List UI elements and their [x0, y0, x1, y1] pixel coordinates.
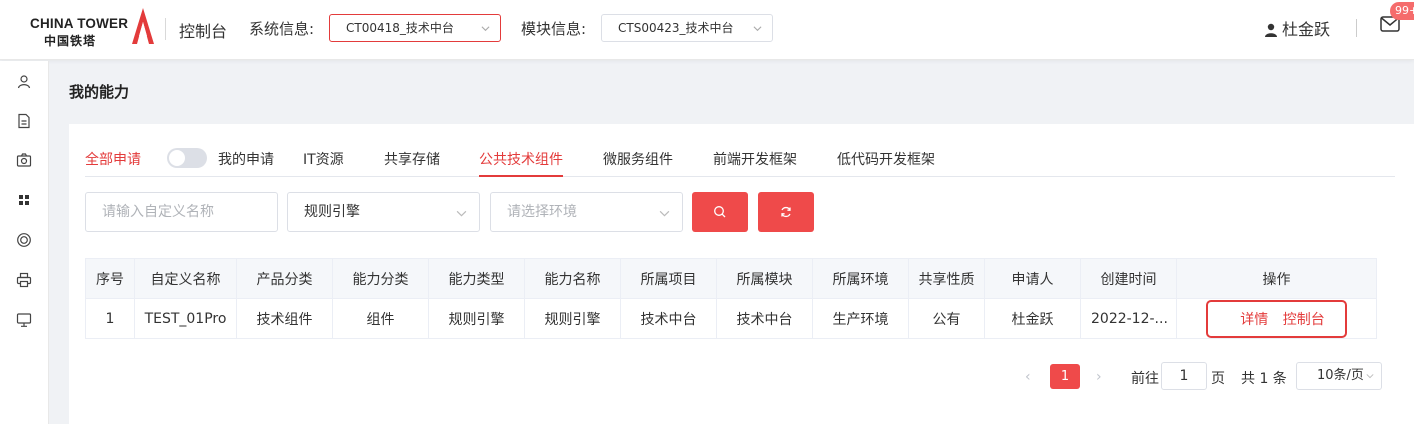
column-header: 所属项目 [620, 258, 717, 299]
table-row: 1 TEST_01Pro 技术组件 组件 规则引擎 规则引擎 技术中台 技术中台… [85, 298, 1377, 339]
sidebar [0, 61, 49, 424]
search-icon [714, 206, 726, 218]
page-size-select[interactable]: 10条/页 [1296, 362, 1382, 390]
content-panel: 全部申请 我的申请 IT资源 共享存储 公共技术组件 微服务组件 前端开发框架 … [69, 124, 1414, 424]
table-cell: 技术组件 [236, 298, 333, 339]
column-header: 申请人 [984, 258, 1081, 299]
table-header-row: 序号 自定义名称 产品分类 能力分类 能力类型 能力名称 所属项目 所属模块 所… [85, 258, 1377, 299]
goto-label: 前往 [1131, 371, 1159, 387]
column-header: 能力名称 [524, 258, 621, 299]
table-cell: 技术中台 [620, 298, 717, 339]
table-cell: 生产环境 [812, 298, 909, 339]
column-header: 所属环境 [812, 258, 909, 299]
target-icon[interactable] [16, 232, 32, 248]
search-button[interactable] [692, 192, 748, 232]
column-header: 能力分类 [332, 258, 429, 299]
china-tower-logo[interactable]: CHINA TOWER 中国铁塔 [28, 6, 160, 50]
console-title: 控制台 [179, 22, 228, 41]
tab-frontend-frameworks[interactable]: 前端开发框架 [713, 149, 797, 169]
page-title: 我的能力 [69, 83, 130, 101]
category-select[interactable]: 规则引擎 [287, 192, 480, 232]
custom-name-input[interactable]: 请输入自定义名称 [85, 192, 278, 232]
reset-button[interactable] [758, 192, 814, 232]
person-icon [1265, 23, 1277, 37]
tab-bar: 全部申请 我的申请 IT资源 共享存储 公共技术组件 微服务组件 前端开发框架 … [85, 124, 1395, 177]
current-page-button[interactable]: 1 [1050, 364, 1080, 389]
user-menu[interactable]: 杜金跃 [1264, 16, 1330, 40]
column-header: 产品分类 [236, 258, 333, 299]
tab-microservice-components[interactable]: 微服务组件 [603, 149, 673, 169]
actions-highlight-box: 详情 控制台 [1206, 299, 1347, 338]
tab-it-resources[interactable]: IT资源 [303, 149, 344, 169]
chevron-down-icon [659, 210, 670, 217]
tab-all-requests[interactable]: 全部申请 [85, 149, 141, 169]
module-info-label: 模块信息: [521, 20, 587, 38]
chevron-down-icon [456, 210, 467, 217]
tab-shared-storage[interactable]: 共享存储 [384, 149, 440, 169]
switch-knob [169, 150, 185, 166]
environment-select[interactable]: 请选择环境 [490, 192, 683, 232]
user-icon[interactable] [16, 74, 32, 90]
tab-public-tech-components[interactable]: 公共技术组件 [479, 149, 563, 169]
logo-text-cn: 中国铁塔 [44, 34, 97, 48]
table-cell: 规则引擎 [428, 298, 525, 339]
chevron-down-icon [1366, 374, 1374, 379]
actions-cell: 详情 控制台 [1176, 298, 1377, 339]
column-header: 操作 [1176, 258, 1377, 299]
table-cell: 杜金跃 [984, 298, 1081, 339]
chevron-down-icon [753, 26, 762, 32]
total-count: 共 1 条 [1241, 371, 1287, 387]
header-divider [165, 18, 166, 40]
column-header: 共享性质 [908, 258, 985, 299]
grid-icon[interactable] [16, 192, 32, 208]
goto-page-input[interactable]: 1 [1161, 362, 1207, 390]
table-cell: 组件 [332, 298, 429, 339]
table-cell: 2022-12-... [1080, 298, 1177, 339]
module-select[interactable]: CTS00423_技术中台 [601, 14, 773, 42]
top-header: CHINA TOWER 中国铁塔 控制台 系统信息: CT00418_技术中台 … [0, 0, 1414, 60]
table-cell: 规则引擎 [524, 298, 621, 339]
column-header: 序号 [85, 258, 135, 299]
table-cell: 1 [85, 298, 135, 339]
column-header: 能力类型 [428, 258, 525, 299]
column-header: 自定义名称 [134, 258, 237, 299]
system-select[interactable]: CT00418_技术中台 [329, 14, 501, 42]
environment-placeholder: 请选择环境 [507, 204, 577, 220]
page-suffix-label: 页 [1211, 371, 1225, 387]
module-select-value: CTS00423_技术中台 [618, 21, 734, 35]
page-size-value: 10条/页 [1317, 368, 1364, 383]
column-header: 所属模块 [716, 258, 813, 299]
console-link[interactable]: 控制台 [1283, 312, 1325, 328]
column-header: 创建时间 [1080, 258, 1177, 299]
tab-my-requests[interactable]: 我的申请 [218, 149, 274, 169]
chevron-down-icon [481, 26, 490, 32]
next-page-button[interactable]: › [1096, 369, 1102, 385]
header-separator [1356, 19, 1357, 37]
camera-icon[interactable] [16, 152, 32, 168]
table-cell: 公有 [908, 298, 985, 339]
table-cell: 技术中台 [716, 298, 813, 339]
capabilities-table: 序号 自定义名称 产品分类 能力分类 能力类型 能力名称 所属项目 所属模块 所… [85, 258, 1377, 339]
table-cell: TEST_01Pro [134, 298, 237, 339]
prev-page-button[interactable]: ‹ [1025, 369, 1031, 385]
category-select-value: 规则引擎 [304, 204, 360, 220]
logo-text-en: CHINA TOWER [30, 16, 129, 31]
system-info-label: 系统信息: [249, 20, 315, 38]
printer-icon[interactable] [16, 272, 32, 288]
refresh-icon [781, 206, 791, 218]
monitor-icon[interactable] [16, 312, 32, 328]
notification-badge: 99+ [1390, 2, 1414, 20]
document-icon[interactable] [16, 113, 32, 129]
request-toggle-switch[interactable] [167, 148, 207, 168]
detail-link[interactable]: 详情 [1240, 312, 1268, 328]
tab-lowcode-frameworks[interactable]: 低代码开发框架 [837, 149, 935, 169]
user-name: 杜金跃 [1282, 20, 1331, 39]
active-tab-indicator [479, 175, 563, 177]
tower-logo-icon [132, 8, 154, 44]
system-select-value: CT00418_技术中台 [346, 21, 454, 35]
